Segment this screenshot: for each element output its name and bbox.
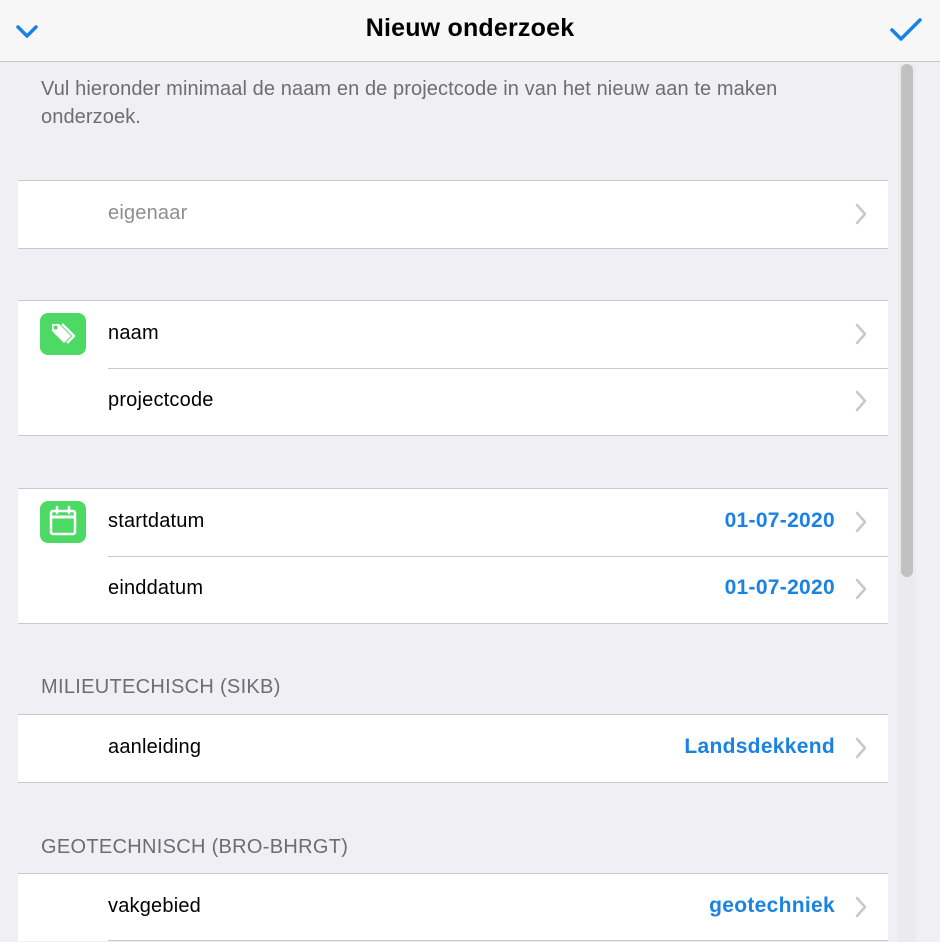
row-einddatum[interactable]: einddatum 01-07-2020 bbox=[18, 556, 888, 623]
row-aanleiding[interactable]: aanleiding Landsdekkend bbox=[18, 715, 888, 782]
row-vakgebied[interactable]: vakgebied geotechniek bbox=[18, 874, 888, 941]
row-eigenaar[interactable]: eigenaar bbox=[18, 181, 888, 248]
owner-group: eigenaar bbox=[18, 180, 888, 249]
chevron-right-icon bbox=[855, 737, 867, 759]
chevron-right-icon bbox=[855, 390, 867, 412]
row-value: geotechniek bbox=[709, 894, 835, 917]
row-value: 01-07-2020 bbox=[724, 576, 835, 599]
row-value: 01-07-2020 bbox=[724, 509, 835, 532]
tag-icon bbox=[40, 313, 86, 355]
row-label: naam bbox=[108, 322, 159, 344]
row-value: Landsdekkend bbox=[684, 735, 835, 758]
intro-text: Vul hieronder minimaal de naam en de pro… bbox=[41, 78, 778, 128]
page-title: Nieuw onderzoek bbox=[365, 14, 575, 42]
row-naam[interactable]: naam bbox=[18, 301, 888, 368]
geotechnical-group: vakgebied geotechniek bbox=[18, 873, 888, 941]
environmental-group: aanleiding Landsdekkend bbox=[18, 714, 888, 783]
chevron-right-icon bbox=[855, 323, 867, 345]
row-label: aanleiding bbox=[108, 736, 202, 758]
row-label: projectcode bbox=[108, 389, 214, 411]
chevron-right-icon bbox=[855, 578, 867, 600]
chevron-right-icon bbox=[855, 896, 867, 918]
checkmark-icon bbox=[890, 18, 922, 41]
chevron-right-icon bbox=[855, 511, 867, 533]
confirm-button[interactable] bbox=[886, 10, 926, 50]
row-label: einddatum bbox=[108, 577, 204, 599]
section-header-geotechnisch: GEOTECHNISCH (BRO-BHRGT) bbox=[41, 836, 349, 858]
row-label: eigenaar bbox=[108, 202, 188, 224]
chevron-right-icon bbox=[855, 203, 867, 225]
scrollbar-thumb[interactable] bbox=[901, 64, 913, 577]
row-label: startdatum bbox=[108, 510, 205, 532]
row-startdatum[interactable]: startdatum 01-07-2020 bbox=[18, 489, 888, 556]
dates-group: startdatum 01-07-2020 einddatum 01-07-20… bbox=[18, 488, 888, 624]
navigation-bar: Nieuw onderzoek bbox=[0, 0, 940, 62]
row-label: vakgebied bbox=[108, 895, 201, 917]
calendar-icon bbox=[40, 501, 86, 543]
row-projectcode[interactable]: projectcode bbox=[18, 368, 888, 435]
section-header-milieutechnisch: MILIEUTECHISCH (SIKB) bbox=[41, 676, 281, 698]
identity-group: naam projectcode bbox=[18, 300, 888, 436]
row-separator bbox=[108, 940, 888, 941]
